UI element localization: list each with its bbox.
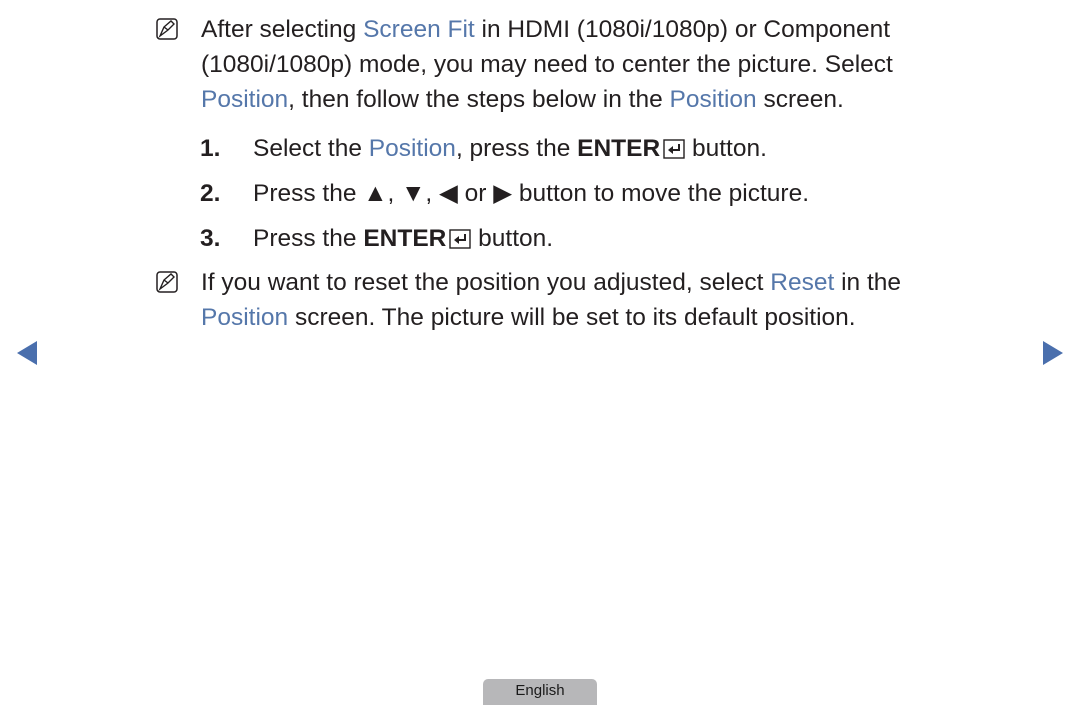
menu-term: Position	[201, 304, 289, 331]
note-line: If you want to reset the position you ad…	[201, 265, 901, 300]
step-text: Press the ▲, ▼, ◀ or ▶ button to move th…	[253, 179, 809, 209]
text-fragment: , then follow the steps below in the	[288, 86, 670, 113]
note-2-text: If you want to reset the position you ad…	[201, 265, 901, 335]
text-fragment: Select the	[253, 135, 369, 162]
note-line: After selecting Screen Fit in HDMI (1080…	[201, 12, 893, 47]
language-label: English	[515, 682, 565, 699]
text-fragment: screen.	[756, 86, 844, 113]
note-icon	[156, 18, 178, 40]
note-line: (1080i/1080p) mode, you may need to cent…	[201, 47, 893, 82]
step-number: 3.	[200, 225, 221, 252]
note-line: Position, then follow the steps below in…	[201, 82, 893, 117]
step-number: 1.	[200, 135, 221, 162]
note-icon	[156, 271, 178, 293]
text-fragment: (1080i/1080p) mode, you may need to cent…	[201, 51, 893, 78]
note-line: Position screen. The picture will be set…	[201, 300, 901, 335]
text-fragment: button.	[471, 225, 554, 252]
menu-term: Position	[201, 86, 289, 113]
enter-icon	[663, 139, 685, 159]
text-fragment: Press the	[253, 225, 364, 252]
button-name: ENTER	[577, 135, 661, 162]
text-fragment: , press the	[455, 135, 578, 162]
language-tab[interactable]: English	[483, 679, 597, 705]
menu-term: Screen Fit	[363, 16, 475, 43]
text-fragment: Press the ▲, ▼, ◀ or ▶ button to move th…	[253, 180, 809, 207]
step-text: Press the ENTER button.	[253, 224, 553, 254]
text-fragment: screen. The picture will be set to its d…	[288, 304, 856, 331]
text-fragment: If you want to reset the position you ad…	[201, 269, 771, 296]
triangle-right-icon[interactable]	[1043, 341, 1063, 365]
text-fragment: in HDMI (1080i/1080p) or Component	[474, 16, 891, 43]
note-1-text: After selecting Screen Fit in HDMI (1080…	[201, 12, 893, 117]
text-fragment: button.	[685, 135, 767, 162]
step-text: Select the Position, press the ENTER but…	[253, 134, 767, 164]
menu-term: Position	[368, 135, 456, 162]
step-number: 2.	[200, 180, 221, 207]
enter-icon	[449, 229, 472, 249]
triangle-left-icon[interactable]	[17, 341, 37, 365]
text-fragment: in the	[834, 269, 902, 296]
menu-term: Position	[669, 86, 757, 113]
button-name: ENTER	[363, 225, 447, 252]
text-fragment: After selecting	[201, 16, 364, 43]
menu-term: Reset	[770, 269, 835, 296]
